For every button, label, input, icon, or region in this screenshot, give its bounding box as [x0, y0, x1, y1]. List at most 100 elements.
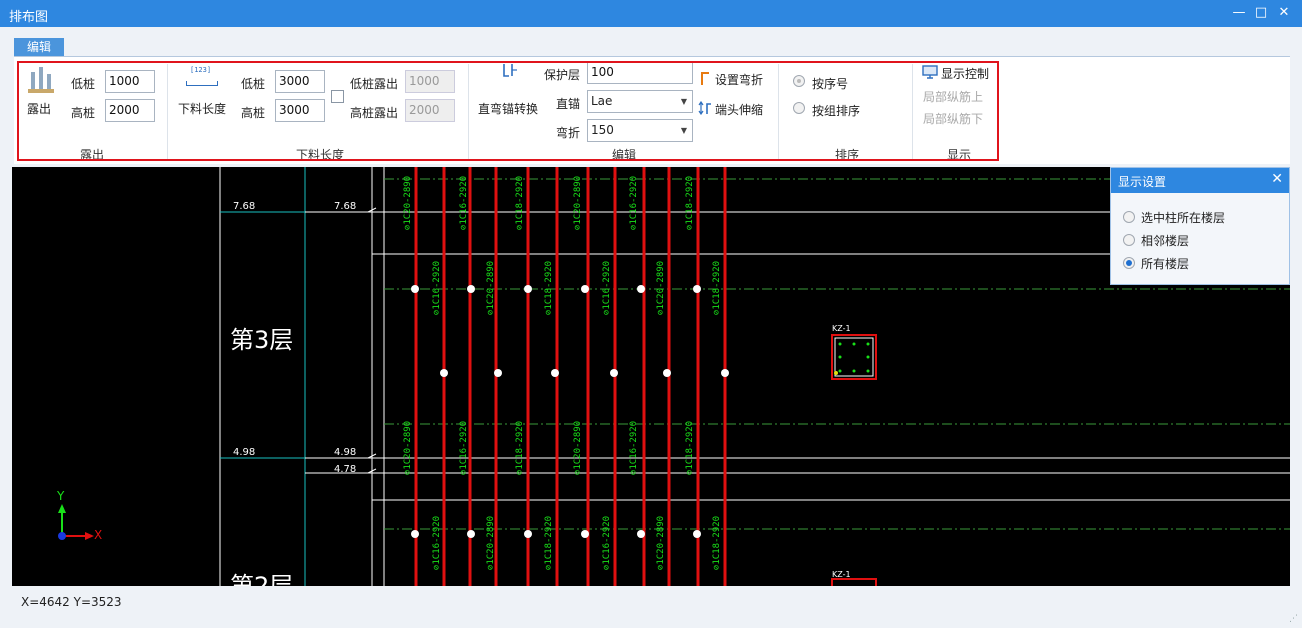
rebar-node[interactable] — [637, 285, 645, 293]
group-label-display: 显示 — [946, 148, 971, 162]
rebar-label: ⊘1C18-2920 — [685, 175, 695, 231]
convert-anchor-label: 直弯锚转换 — [478, 102, 539, 116]
rebar-label: ⊘1C18-2920 — [712, 260, 722, 316]
option-selected-floor-label: 选中柱所在楼层 — [1141, 211, 1226, 225]
option-selected-floor[interactable]: 选中柱所在楼层 — [1123, 209, 1283, 225]
lutou-low-input[interactable]: 1000 — [105, 70, 155, 93]
rebar-node[interactable] — [581, 530, 589, 538]
bend-label: 弯折 — [556, 126, 581, 140]
lutou-button[interactable]: 露出 — [24, 64, 58, 118]
low-expose-input[interactable]: 1000 — [405, 70, 455, 93]
straight-anchor-select[interactable]: Lae ▼ — [587, 90, 693, 113]
rebar-node[interactable] — [663, 369, 671, 377]
rebar-label: ⊘1C20-2890 — [403, 420, 413, 476]
maximize-button[interactable]: □ — [1249, 2, 1273, 24]
high-expose-input[interactable]: 2000 — [405, 99, 455, 122]
display-control-button[interactable]: 显示控制 — [922, 64, 992, 82]
option-all-floors[interactable]: 所有楼层 — [1123, 255, 1283, 271]
end-stretch-button[interactable]: 端头伸缩 — [698, 100, 770, 118]
group-label-cut-length: 下料长度 — [295, 148, 344, 162]
rebar-label: ⊘1C16-2920 — [432, 515, 442, 571]
rebar-node[interactable] — [411, 285, 419, 293]
drawing-canvas[interactable]: 第3层 第2层 7.68 7.68 4.98 4.98 4.78 KZ-1 KZ… — [12, 167, 1290, 586]
set-bend-button[interactable]: 设置弯折 — [700, 70, 770, 88]
ribbon-tabstrip: 编辑 — [0, 27, 1302, 57]
lutou-button-label: 露出 — [27, 102, 52, 116]
cursor-coordinates: X=4642 Y=3523 — [21, 595, 122, 609]
ruler-icon: [123] — [186, 66, 218, 90]
group-separator — [912, 64, 913, 160]
option-selected-floor-radio[interactable] — [1123, 211, 1135, 223]
rebar-label: ⊘1C16-2920 — [602, 515, 612, 571]
resize-grip-icon[interactable]: ⋰ — [1289, 614, 1299, 624]
rebar-node[interactable] — [693, 285, 701, 293]
lutou-high-input[interactable]: 2000 — [105, 99, 155, 122]
cut-low-input[interactable]: 3000 — [275, 70, 325, 93]
option-adjacent-floors-radio[interactable] — [1123, 234, 1135, 246]
option-adjacent-floors[interactable]: 相邻楼层 — [1123, 232, 1283, 248]
cut-high-label: 高桩 — [241, 106, 266, 120]
rebar-node[interactable] — [524, 285, 532, 293]
straight-anchor-value: Lae — [591, 94, 613, 108]
stretch-icon — [698, 101, 711, 115]
rebar-label: ⊘1C16-2920 — [629, 420, 639, 476]
rebar-node[interactable] — [411, 530, 419, 538]
rebar-node[interactable] — [524, 530, 532, 538]
group-separator — [167, 64, 168, 160]
rebar-node[interactable] — [693, 530, 701, 538]
local-rebar-down-button[interactable]: 局部纵筋下 — [923, 110, 983, 127]
chevron-down-icon: ▼ — [680, 97, 687, 106]
lutou-low-label: 低桩 — [71, 77, 96, 91]
rebar-label: ⊘1C20-2890 — [486, 515, 496, 571]
local-rebar-up-button[interactable]: 局部纵筋上 — [923, 88, 983, 105]
bend-select[interactable]: 150 ▼ — [587, 119, 693, 142]
display-settings-title: 显示设置 — [1118, 175, 1167, 189]
elevation-label: 7.68 — [233, 201, 256, 212]
bend-value: 150 — [591, 123, 614, 137]
window-title: 排布图 — [9, 10, 49, 25]
rebar-label: ⊘1C18-2920 — [712, 515, 722, 571]
status-bar — [0, 586, 1302, 628]
sort-by-group-option[interactable]: 按组排序 — [793, 101, 873, 118]
close-icon[interactable]: ✕ — [1271, 171, 1283, 187]
minimize-button[interactable]: — — [1227, 2, 1251, 24]
group-label-sort: 排序 — [834, 148, 859, 162]
sort-by-number-radio[interactable] — [793, 75, 805, 87]
rebar-node[interactable] — [440, 369, 448, 377]
elevation-label: 4.98 — [233, 447, 256, 458]
rebar-node[interactable] — [637, 530, 645, 538]
convert-anchor-button[interactable]: 直弯锚转换 — [476, 62, 542, 118]
rebar-node[interactable] — [721, 369, 729, 377]
option-all-floors-label: 所有楼层 — [1141, 257, 1190, 271]
rebar-node[interactable] — [551, 369, 559, 377]
rebar-label: ⊘1C20-2890 — [403, 175, 413, 231]
tab-edit[interactable]: 编辑 — [14, 38, 64, 57]
rebar-node[interactable] — [610, 369, 618, 377]
sort-by-group-radio[interactable] — [793, 102, 805, 114]
lutou-high-label: 高桩 — [71, 106, 96, 120]
cut-high-input[interactable]: 3000 — [275, 99, 325, 122]
rebar-label: ⊘1C18-2920 — [515, 175, 525, 231]
display-settings-panel: 显示设置 ✕ 选中柱所在楼层 相邻楼层 所有楼层 — [1110, 167, 1290, 285]
expose-checkbox[interactable] — [331, 90, 344, 103]
rebar-node[interactable] — [467, 285, 475, 293]
rebar-node[interactable] — [467, 530, 475, 538]
option-all-floors-radio[interactable] — [1123, 257, 1135, 269]
close-button[interactable]: ✕ — [1272, 2, 1296, 24]
cut-length-button[interactable]: [123] 下料长度 — [176, 64, 230, 118]
cad-drawing[interactable] — [12, 167, 1290, 586]
axis-y-label: Y — [57, 489, 65, 503]
display-control-label: 显示控制 — [941, 67, 990, 81]
rebar-label: ⊘1C18-2920 — [544, 515, 554, 571]
rebar-node[interactable] — [494, 369, 502, 377]
rebar-node[interactable] — [581, 285, 589, 293]
sort-by-number-option[interactable]: 按序号 — [793, 74, 863, 91]
rebar-label: ⊘1C18-2920 — [544, 260, 554, 316]
straight-anchor-label: 直锚 — [556, 97, 581, 111]
rebar-label: ⊘1C20-2890 — [573, 175, 583, 231]
set-bend-label: 设置弯折 — [715, 73, 764, 87]
rebar-label: ⊘1C16-2920 — [602, 260, 612, 316]
cover-input[interactable]: 100 — [587, 61, 693, 84]
floor-label-3: 第3层 — [230, 326, 294, 354]
rebar-label: ⊘1C18-2920 — [685, 420, 695, 476]
